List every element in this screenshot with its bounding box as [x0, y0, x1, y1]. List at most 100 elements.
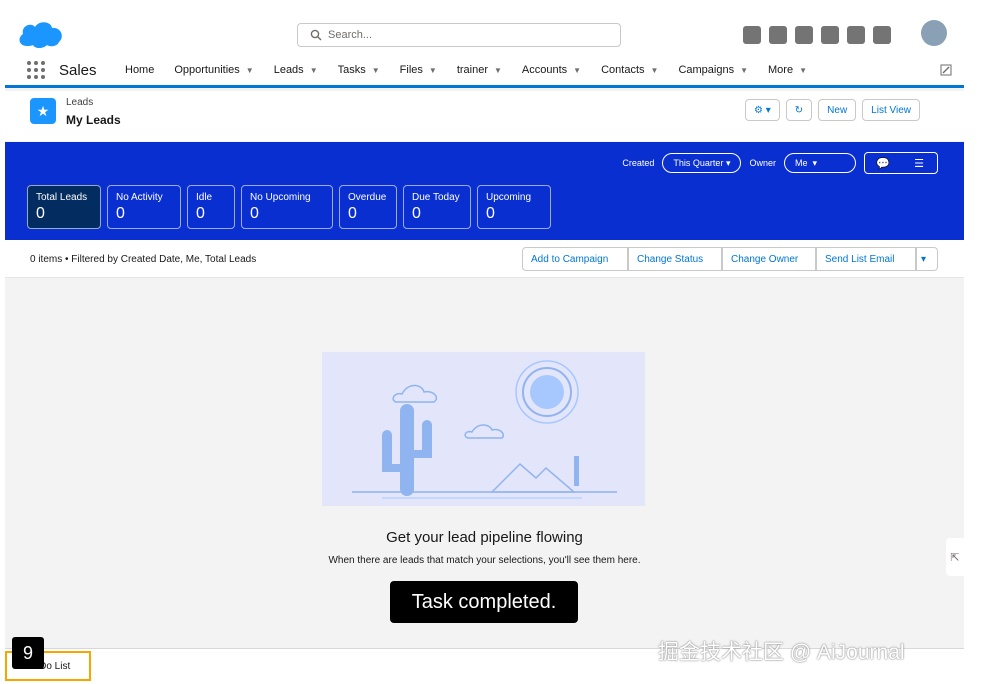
tile-no-upcoming[interactable]: No Upcoming 0: [241, 185, 333, 229]
change-status-button[interactable]: Change Status: [628, 247, 722, 271]
chevron-down-icon[interactable]: ▼: [651, 66, 659, 75]
owner-filter-value: Me: [795, 158, 808, 168]
nav-tab-accounts[interactable]: Accounts ▼: [512, 56, 591, 84]
created-filter-label: Created: [622, 158, 655, 168]
chevron-down-icon[interactable]: ▼: [494, 66, 502, 75]
chevron-down-icon[interactable]: ▼: [246, 66, 254, 75]
new-label: New: [827, 104, 848, 116]
created-filter-dropdown[interactable]: This Quarter ▾: [662, 153, 742, 173]
tile-value: 0: [486, 205, 495, 222]
tile-value: 0: [348, 205, 357, 222]
send-list-email-button[interactable]: Send List Email: [816, 247, 916, 271]
app-name: Sales: [59, 62, 97, 79]
chevron-down-icon[interactable]: ▼: [429, 66, 437, 75]
step-number-badge: 9: [12, 637, 44, 669]
filter-lines-icon[interactable]: ☰: [901, 153, 937, 173]
add-to-campaign-button[interactable]: Add to Campaign: [522, 247, 628, 271]
refresh-icon: ↻: [794, 104, 804, 116]
tile-value: 0: [36, 205, 45, 222]
tile-label: Idle: [196, 192, 213, 203]
list-header-actions: ⚙ ▾ ↻ New List View: [745, 99, 921, 121]
more-actions-button[interactable]: ▾: [916, 247, 938, 271]
nav-tab-files[interactable]: Files ▼: [390, 56, 447, 84]
tile-value: 0: [116, 205, 125, 222]
search-icon: [310, 29, 322, 41]
owner-filter-dropdown[interactable]: Me ▾: [784, 153, 856, 173]
tile-value: 0: [196, 205, 205, 222]
tile-no-activity[interactable]: No Activity 0: [107, 185, 181, 229]
button-label: Send List Email: [825, 253, 895, 265]
owner-filter-label: Owner: [749, 158, 776, 168]
nav-tab-label: Leads: [273, 64, 304, 76]
metric-tiles: Total Leads 0 No Activity 0 Idle 0 No Upcom…: [27, 185, 551, 229]
list-items-bar: 0 items • Filtered by Created Date, Me, …: [5, 240, 964, 278]
lead-filter-band: Created This Quarter ▾ Owner Me ▾ 💬 ☰ To…: [5, 142, 964, 240]
list-view-name[interactable]: My Leads: [66, 113, 121, 127]
items-count-text: 0 items • Filtered by Created Date, Me, …: [30, 254, 257, 265]
tile-label: Upcoming: [486, 192, 532, 203]
global-search-input[interactable]: Search...: [297, 23, 621, 47]
tile-upcoming[interactable]: Upcoming 0: [477, 185, 551, 229]
salesforce-cloud-logo[interactable]: [17, 18, 65, 50]
chevron-down-icon[interactable]: ▼: [310, 66, 318, 75]
list-settings-button[interactable]: ⚙ ▾: [745, 99, 780, 121]
refresh-button[interactable]: ↻: [785, 99, 813, 121]
nav-tab-label: trainer: [456, 64, 488, 76]
chevron-down-icon[interactable]: ▼: [573, 66, 581, 75]
nav-tab-more[interactable]: More ▼: [758, 56, 817, 84]
nav-tab-label: More: [768, 64, 794, 76]
nav-tab-home[interactable]: Home: [115, 56, 164, 84]
tile-label: Total Leads: [36, 192, 88, 203]
nav-tab-label: Home: [125, 64, 155, 76]
nav-tab-contacts[interactable]: Contacts ▼: [591, 56, 668, 84]
tile-overdue[interactable]: Overdue 0: [339, 185, 397, 229]
chevron-down-icon: ▾: [812, 157, 818, 168]
nav-tab-label: Campaigns: [678, 64, 735, 76]
nav-tab-label: Opportunities: [174, 64, 240, 76]
search-placeholder: Search...: [328, 29, 373, 41]
nav-tab-label: Files: [399, 64, 423, 76]
button-label: Change Status: [637, 253, 704, 265]
nav-tab-leads[interactable]: Leads ▼: [264, 56, 328, 84]
filter-button-group: 💬 ☰: [864, 152, 938, 174]
bulk-action-buttons: Add to Campaign Change Status Change Own…: [522, 247, 938, 271]
list-view-button[interactable]: List View: [862, 99, 921, 121]
nav-tab-trainer[interactable]: trainer ▼: [447, 56, 512, 84]
nav-tab-opportunities[interactable]: Opportunities ▼: [164, 56, 263, 84]
tile-label: No Activity: [116, 192, 163, 203]
button-label: Add to Campaign: [531, 253, 609, 265]
favorites-icon[interactable]: [743, 26, 761, 44]
chevron-down-icon: ▾: [725, 157, 731, 168]
nav-tab-campaigns[interactable]: Campaigns ▼: [668, 56, 758, 84]
edit-nav-pencil-icon[interactable]: [940, 64, 952, 76]
notifications-bell-icon[interactable]: [873, 26, 891, 44]
expand-arrows-icon: ⇱: [950, 551, 960, 564]
setup-gear-icon[interactable]: [847, 26, 865, 44]
nav-tabs: Home Opportunities ▼ Leads ▼ Tasks ▼ Files ▼…: [115, 52, 817, 88]
chevron-down-icon[interactable]: ▼: [740, 66, 748, 75]
global-actions-icon[interactable]: [769, 26, 787, 44]
side-panel-toggle[interactable]: ⇱: [946, 538, 964, 576]
tile-due-today[interactable]: Due Today 0: [403, 185, 471, 229]
change-owner-button[interactable]: Change Owner: [722, 247, 816, 271]
tile-idle[interactable]: Idle 0: [187, 185, 235, 229]
created-filter-value: This Quarter: [673, 158, 724, 168]
app-launcher-icon[interactable]: [25, 59, 47, 81]
nav-tab-tasks[interactable]: Tasks ▼: [328, 56, 390, 84]
nav-tab-label: Contacts: [601, 64, 645, 76]
salesforce-app: Search... Sales Home Opportunities ▼ Lead…: [5, 0, 964, 684]
empty-state-title: Get your lead pipeline flowing: [386, 529, 583, 546]
help-icon[interactable]: [821, 26, 839, 44]
tile-label: Due Today: [412, 192, 460, 203]
button-label: Change Owner: [731, 253, 799, 265]
chat-bubble-icon[interactable]: 💬: [865, 153, 901, 173]
nav-tab-label: Tasks: [337, 64, 366, 76]
watermark-text: 掘金技术社区 @ AiJournal: [658, 641, 905, 664]
tile-value: 0: [250, 205, 259, 222]
empty-state-subtitle: When there are leads that match your sel…: [328, 555, 641, 566]
guidance-icon[interactable]: [795, 26, 813, 44]
new-lead-button[interactable]: New: [818, 99, 857, 121]
user-avatar[interactable]: [921, 20, 947, 46]
chevron-down-icon[interactable]: ▼: [372, 66, 380, 75]
tile-total-leads[interactable]: Total Leads 0: [27, 185, 101, 229]
